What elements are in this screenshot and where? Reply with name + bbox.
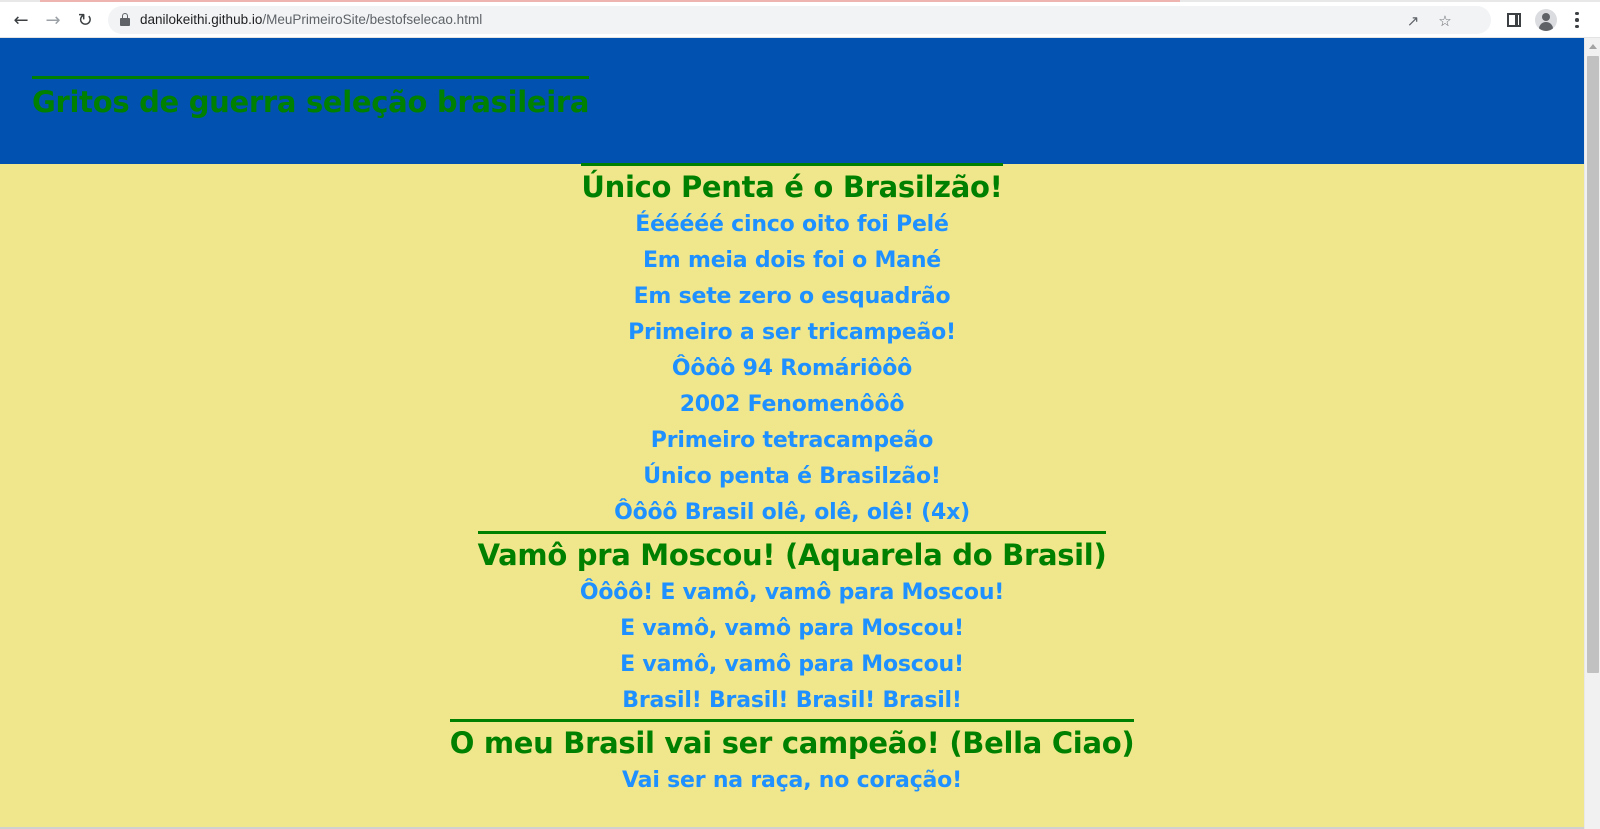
side-panel-icon[interactable] <box>1503 9 1525 31</box>
url-host: danilokeithi.github.io <box>140 12 263 27</box>
scroll-up-arrow-icon[interactable] <box>1589 44 1597 49</box>
lyric-line: Primeiro tetracampeão <box>650 428 934 453</box>
url-path: /MeuPrimeiroSite/bestofselecao.html <box>262 12 483 27</box>
browser-toolbar: ← → ↻ danilokeithi.github.io/MeuPrimeiro… <box>0 2 1600 38</box>
lyric-line: Ôôôô Brasil olê, olê, olê! (4x) <box>614 500 970 525</box>
song-section-1: Único Penta é o Brasilzão! Éééééé cinco … <box>0 163 1584 531</box>
song-section-3: O meu Brasil vai ser campeão! (Bella Cia… <box>0 719 1584 799</box>
more-menu-icon[interactable] <box>1566 9 1588 31</box>
vertical-scrollbar[interactable] <box>1584 38 1600 829</box>
share-icon[interactable]: ↗ <box>1402 10 1424 32</box>
lock-icon[interactable] <box>120 13 130 26</box>
song-title: O meu Brasil vai ser campeão! (Bella Cia… <box>449 719 1135 763</box>
lyric-line: Vai ser na raça, no coração! <box>622 768 962 793</box>
lyric-line: Ôôôô 94 Romáriôôô <box>671 356 913 381</box>
lyric-line: E vamô, vamô para Moscou! <box>620 616 964 641</box>
lyric-line: Em sete zero o esquadrão <box>633 284 951 309</box>
song-title: Vamô pra Moscou! (Aquarela do Brasil) <box>477 531 1107 575</box>
page-title: Gritos de guerra seleção brasileira <box>32 76 589 119</box>
site-header: Gritos de guerra seleção brasileira <box>0 38 1584 164</box>
lyric-line: Primeiro a ser tricampeão! <box>628 320 956 345</box>
back-arrow-icon[interactable]: ← <box>8 7 34 33</box>
url-text[interactable]: danilokeithi.github.io/MeuPrimeiroSite/b… <box>140 12 482 27</box>
scrollbar-thumb[interactable] <box>1587 56 1599 673</box>
page-viewport: Gritos de guerra seleção brasileira Únic… <box>0 38 1584 829</box>
address-bar[interactable]: danilokeithi.github.io/MeuPrimeiroSite/b… <box>108 6 1491 34</box>
song-title: Único Penta é o Brasilzão! <box>581 163 1003 207</box>
lyric-line: Ôôôô! E vamô, vamô para Moscou! <box>579 580 1005 605</box>
reload-icon[interactable]: ↻ <box>72 7 98 33</box>
profile-icon[interactable] <box>1535 9 1557 31</box>
lyric-line: Éééééé cinco oito foi Pelé <box>635 212 949 237</box>
songs-content: Único Penta é o Brasilzão! Éééééé cinco … <box>0 163 1584 799</box>
forward-arrow-icon[interactable]: → <box>40 7 66 33</box>
lyric-line: Em meia dois foi o Mané <box>642 248 942 273</box>
lyric-line: Único penta é Brasilzão! <box>643 464 941 489</box>
star-icon[interactable]: ☆ <box>1434 10 1456 32</box>
lyric-line: Brasil! Brasil! Brasil! Brasil! <box>622 688 962 713</box>
song-section-2: Vamô pra Moscou! (Aquarela do Brasil) Ôô… <box>0 531 1584 719</box>
lyric-line: E vamô, vamô para Moscou! <box>620 652 964 677</box>
lyric-line: 2002 Fenomenôôô <box>679 392 905 417</box>
